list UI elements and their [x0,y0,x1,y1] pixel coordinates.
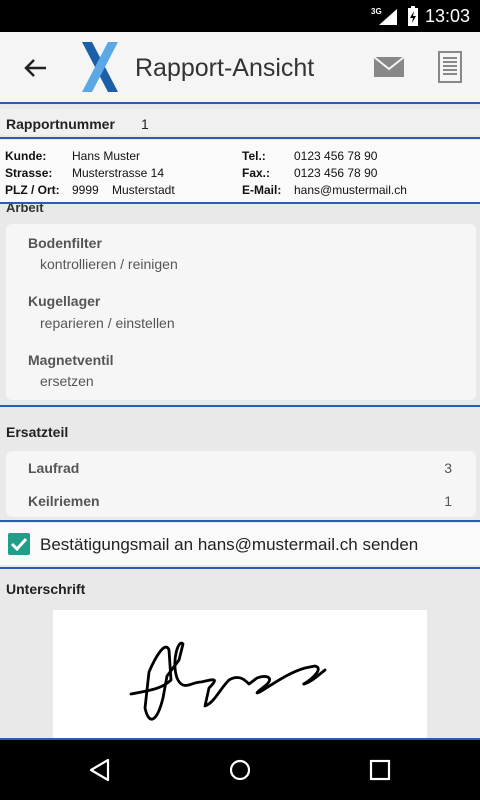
signature-drawing [129,641,327,721]
work-item-title: Magnetventil [28,352,114,368]
network-type-label: 3G [371,7,382,16]
checkbox-checked-icon[interactable] [8,533,30,555]
network-3g-signal-icon: 3G [371,7,397,25]
status-icons: 3G 13:03 [371,0,470,32]
spare-part-name: Keilriemen [28,493,100,509]
kunde-value: Hans Muster [72,149,141,163]
confirmation-row[interactable]: Bestätigungsmail an hans@mustermail.ch s… [0,523,480,565]
ersatzteil-header: Ersatzteil [0,410,480,450]
work-item-title: Bodenfilter [28,235,102,251]
work-item-task: ersetzen [40,373,94,389]
divider [0,202,480,204]
status-bar: 3G 13:03 [0,0,480,32]
app-bar: Rapport-Ansicht [0,32,480,102]
ersatzteil-card: Laufrad 3 Keilriemen 1 [6,451,476,517]
email-value[interactable]: hans@mustermail.ch [294,183,407,197]
document-icon[interactable] [436,50,464,84]
plz-value: 9999 [72,183,99,197]
email-label: E-Mail: [242,183,282,197]
report-number-label: Rapportnummer [6,116,115,132]
fax-value: 0123 456 78 90 [294,166,378,180]
work-item-task: reparieren / einstellen [40,315,175,331]
email-icon[interactable] [372,52,406,82]
strasse-value: Musterstrasse 14 [72,166,165,180]
signature-heading: Unterschrift [6,581,86,597]
report-number-value: 1 [141,116,149,132]
tel-value[interactable]: 0123 456 78 90 [294,149,377,163]
divider [0,520,480,522]
arbeit-card: Bodenfilter kontrollieren / reinigen Kug… [6,224,476,400]
fax-label: Fax.: [242,166,271,180]
ort-value: Musterstadt [112,183,175,197]
battery-charging-icon [407,6,418,26]
nav-back-icon[interactable] [88,758,112,782]
divider [0,102,480,104]
customer-info: Kunde: Hans Muster Strasse: Musterstrass… [0,140,480,202]
divider [0,405,480,407]
work-item-task: kontrollieren / reinigen [40,256,178,272]
app-logo-icon [82,42,118,92]
confirmation-label[interactable]: Bestätigungsmail an hans@mustermail.ch s… [40,535,418,555]
work-item-title: Kugellager [28,293,101,309]
navigation-bar [0,740,480,800]
back-arrow-icon[interactable] [20,52,52,84]
spare-part-qty: 1 [444,493,452,509]
signature-section: Unterschrift [0,570,480,738]
strasse-label: Strasse: [5,166,53,180]
nav-home-icon[interactable] [228,758,252,782]
status-time: 13:03 [424,5,470,26]
spare-part-name: Laufrad [28,460,80,476]
divider [0,137,480,139]
plz-ort-label: PLZ / Ort: [5,183,60,197]
signature-pad[interactable] [53,610,427,738]
page-title: Rapport-Ansicht [135,54,315,82]
kunde-label: Kunde: [5,149,47,163]
divider [0,567,480,569]
tel-label: Tel.: [242,149,266,163]
report-number-row: Rapportnummer 1 [0,109,480,135]
ersatzteil-heading: Ersatzteil [6,424,69,440]
spare-part-qty: 3 [444,460,452,476]
nav-recents-icon[interactable] [368,758,392,782]
